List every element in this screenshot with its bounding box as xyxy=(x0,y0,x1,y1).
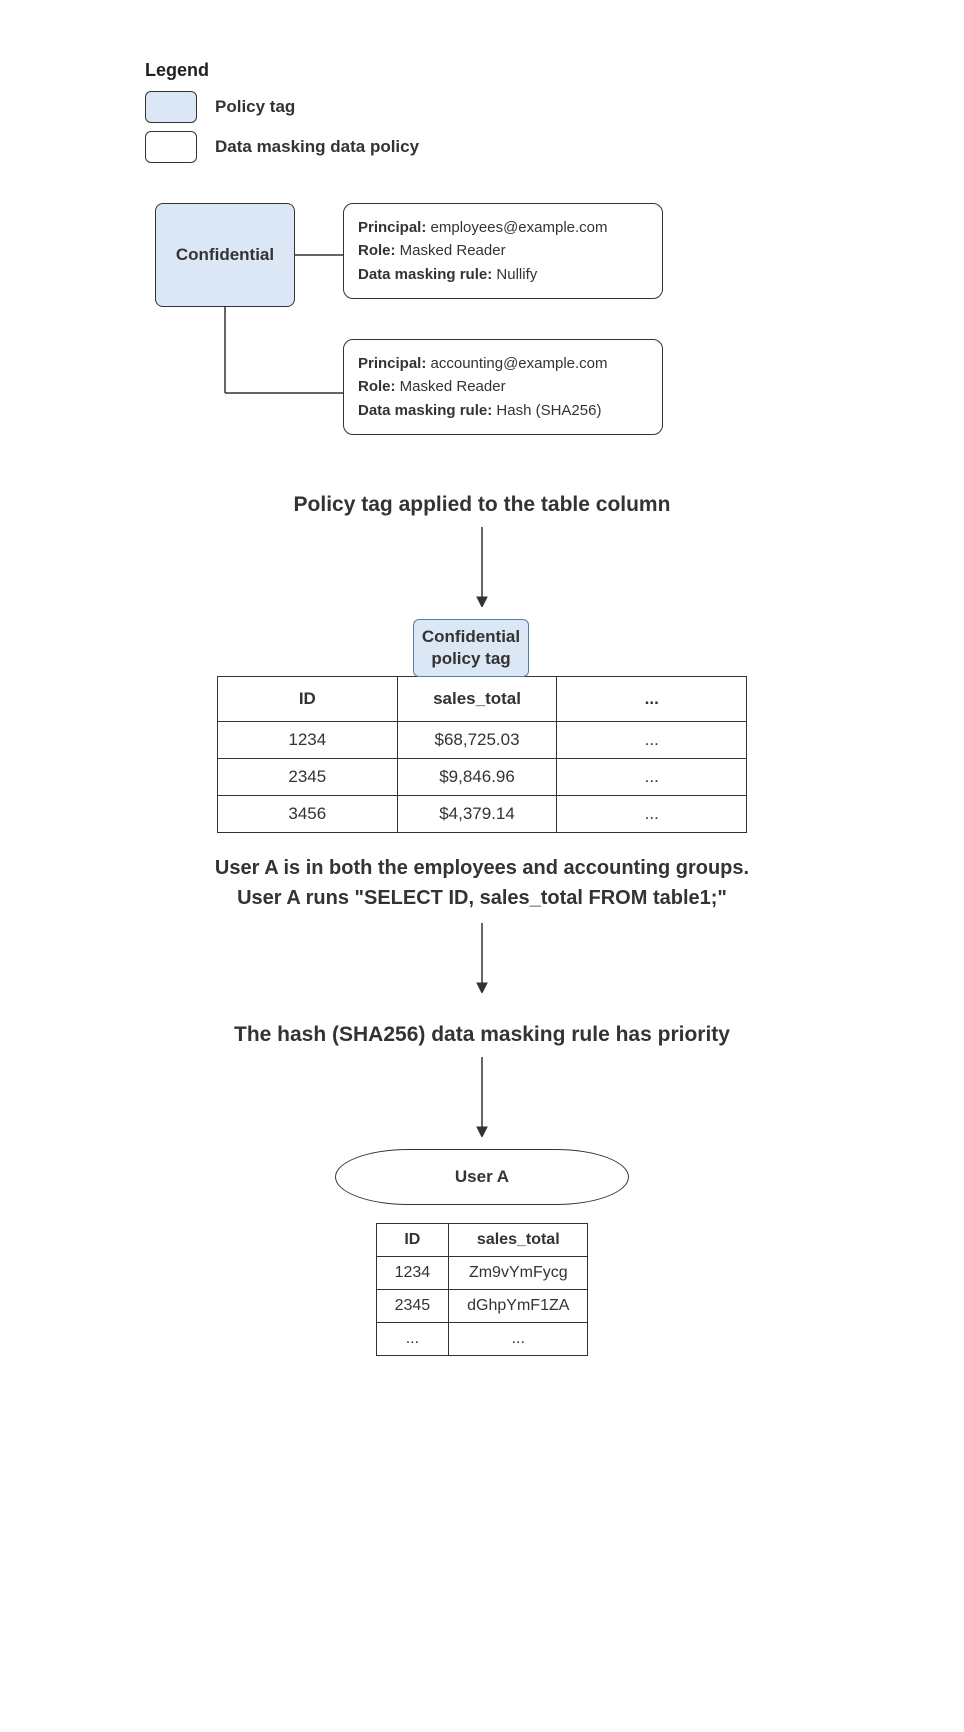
user-bubble: User A xyxy=(335,1149,629,1205)
cell-id: ... xyxy=(376,1323,449,1356)
column-tag-wrap: Confidential policy tag xyxy=(80,619,884,676)
heading-policy-tag-applied: Policy tag applied to the table column xyxy=(80,493,884,517)
policy-box-employees: Principal: employees@example.com Role: M… xyxy=(343,203,663,299)
role-value: Masked Reader xyxy=(400,378,506,395)
confidential-tag-box: Confidential xyxy=(155,203,295,307)
cell-ellipsis: ... xyxy=(557,759,747,796)
arrow-down-icon xyxy=(472,527,492,607)
cell-id: 3456 xyxy=(218,796,398,833)
role-label: Role: xyxy=(358,378,396,395)
th-sales-total: sales_total xyxy=(397,677,557,722)
legend-label-data-policy: Data masking data policy xyxy=(215,137,419,157)
cell-sales: dGhpYmF1ZA xyxy=(449,1290,588,1323)
column-tag-line1: Confidential xyxy=(422,627,520,646)
result-table: ID sales_total 1234 Zm9vYmFycg 2345 dGhp… xyxy=(376,1223,589,1356)
principal-value: accounting@example.com xyxy=(431,355,608,372)
legend-row-policy-tag: Policy tag xyxy=(145,91,884,123)
column-tag-confidential: Confidential policy tag xyxy=(413,619,529,677)
rule-value: Nullify xyxy=(496,266,537,283)
policy-tree: Confidential Principal: employees@exampl… xyxy=(145,203,884,463)
principal-label: Principal: xyxy=(358,355,426,372)
scenario-line2: User A runs "SELECT ID, sales_total FROM… xyxy=(237,887,727,909)
th-id: ID xyxy=(376,1224,449,1257)
cell-id: 2345 xyxy=(376,1290,449,1323)
arrow-down-icon xyxy=(472,923,492,993)
role-value: Masked Reader xyxy=(400,242,506,259)
legend-swatch-data-policy xyxy=(145,131,197,163)
arrow-1 xyxy=(80,527,884,607)
table-row: 1234 $68,725.03 ... xyxy=(218,722,747,759)
th-sales-total: sales_total xyxy=(449,1224,588,1257)
arrow-2 xyxy=(80,923,884,993)
table-row: 2345 $9,846.96 ... xyxy=(218,759,747,796)
rule-label: Data masking rule: xyxy=(358,402,492,419)
th-ellipsis: ... xyxy=(557,677,747,722)
cell-id: 2345 xyxy=(218,759,398,796)
cell-ellipsis: ... xyxy=(557,722,747,759)
source-table: ID sales_total ... 1234 $68,725.03 ... 2… xyxy=(217,676,747,833)
cell-id: 1234 xyxy=(376,1257,449,1290)
legend: Legend Policy tag Data masking data poli… xyxy=(145,60,884,163)
policy-box-accounting: Principal: accounting@example.com Role: … xyxy=(343,339,663,435)
principal-label: Principal: xyxy=(358,219,426,236)
role-label: Role: xyxy=(358,242,396,259)
arrow-3 xyxy=(80,1057,884,1137)
cell-sales: $68,725.03 xyxy=(397,722,557,759)
user-scenario-text: User A is in both the employees and acco… xyxy=(80,853,884,913)
rule-label: Data masking rule: xyxy=(358,266,492,283)
legend-title: Legend xyxy=(145,60,884,81)
arrow-down-icon xyxy=(472,1057,492,1137)
scenario-line1: User A is in both the employees and acco… xyxy=(215,857,749,879)
table-row: 2345 dGhpYmF1ZA xyxy=(376,1290,588,1323)
column-tag-line2: policy tag xyxy=(431,649,510,668)
cell-ellipsis: ... xyxy=(557,796,747,833)
rule-value: Hash (SHA256) xyxy=(496,402,601,419)
cell-sales: ... xyxy=(449,1323,588,1356)
cell-sales: $4,379.14 xyxy=(397,796,557,833)
legend-swatch-policy-tag xyxy=(145,91,197,123)
cell-sales: $9,846.96 xyxy=(397,759,557,796)
table-row: 1234 Zm9vYmFycg xyxy=(376,1257,588,1290)
heading-rule-priority: The hash (SHA256) data masking rule has … xyxy=(80,1023,884,1047)
legend-row-data-policy: Data masking data policy xyxy=(145,131,884,163)
cell-id: 1234 xyxy=(218,722,398,759)
cell-sales: Zm9vYmFycg xyxy=(449,1257,588,1290)
legend-label-policy-tag: Policy tag xyxy=(215,97,295,117)
table-row: 3456 $4,379.14 ... xyxy=(218,796,747,833)
th-id: ID xyxy=(218,677,398,722)
table-row: ... ... xyxy=(376,1323,588,1356)
principal-value: employees@example.com xyxy=(431,219,608,236)
